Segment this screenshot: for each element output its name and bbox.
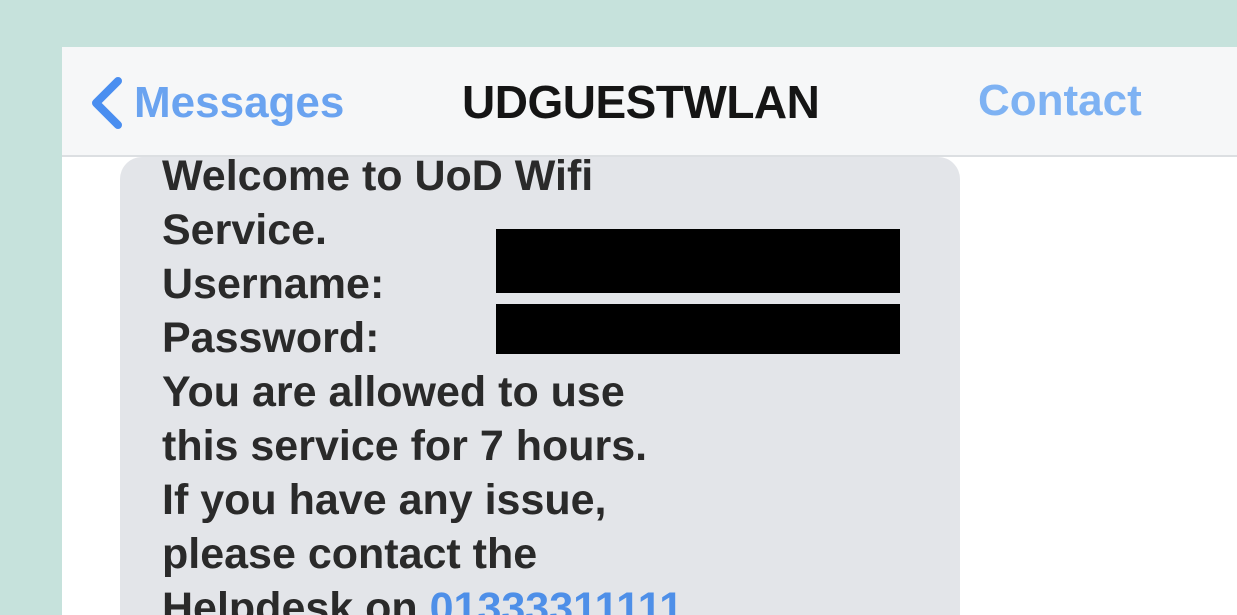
- conversation-title: UDGUESTWLAN: [462, 76, 820, 128]
- contact-button[interactable]: Contact: [978, 76, 1142, 126]
- message-line-helpdesk: Helpdesk on 01333311111: [162, 581, 962, 615]
- message-text: Welcome to UoD Wifi Service. Username: P…: [162, 149, 962, 615]
- message-line: please contact the: [162, 530, 538, 578]
- chevron-left-icon: [92, 77, 122, 129]
- navigation-bar: Messages UDGUESTWLAN Contact: [62, 47, 1237, 157]
- password-redaction: [496, 304, 900, 354]
- back-button-label: Messages: [134, 78, 345, 127]
- phone-number-link[interactable]: 01333311111: [430, 584, 684, 615]
- message-line: You are allowed to use: [162, 368, 625, 416]
- messages-screen: Messages UDGUESTWLAN Contact Welcome to …: [62, 47, 1237, 615]
- message-line: this service for 7 hours.: [162, 422, 648, 470]
- back-button[interactable]: Messages: [84, 73, 344, 133]
- message-line: Welcome to UoD Wifi: [162, 152, 594, 200]
- message-line: If you have any issue,: [162, 476, 607, 524]
- username-redaction: [496, 229, 900, 293]
- helpdesk-label: Helpdesk on: [162, 584, 418, 615]
